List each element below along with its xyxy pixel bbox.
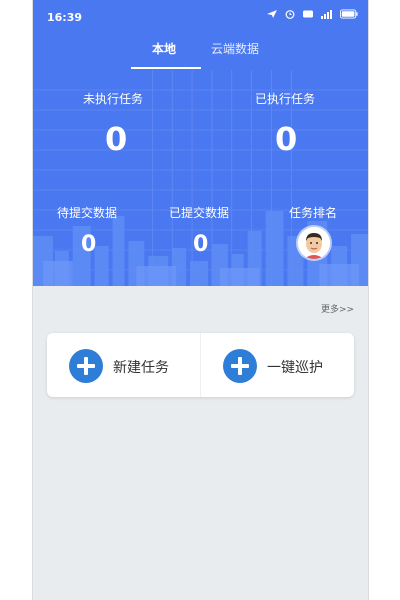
executed-tasks-label: 已执行任务 [255,92,316,106]
more-link[interactable]: 更多>> [321,302,354,315]
status-time: 16:39 [47,11,83,24]
status-bar: 16:39 [33,0,368,26]
message-icon [303,10,313,18]
tab-bar: 本地 云端数据 [33,40,368,72]
active-tab-indicator [131,67,201,69]
submitted-data-value[interactable]: 0 [193,232,208,257]
phone-screen: 16:39 本地 云端数据 未执行任务 0 已执行任务 0 待提交数据 0 已提… [32,0,369,600]
plus-icon [223,349,257,383]
task-ranking-label: 任务排名 [289,206,338,220]
tab-local[interactable]: 本地 [152,40,176,57]
new-task-button[interactable]: 新建任务 [47,333,200,397]
signal-icon [321,10,332,19]
one-click-patrol-button[interactable]: 一键巡护 [200,333,354,397]
submitted-data-label: 已提交数据 [169,206,230,220]
plus-icon [69,349,103,383]
alarm-icon [285,10,295,19]
unexecuted-tasks-label: 未执行任务 [83,92,144,106]
status-icons [266,9,358,19]
header-banner: 16:39 本地 云端数据 未执行任务 0 已执行任务 0 待提交数据 0 已提… [33,0,368,286]
one-click-patrol-label: 一键巡护 [267,360,323,376]
pending-data-label: 待提交数据 [57,206,118,220]
tab-cloud-data[interactable]: 云端数据 [211,40,259,57]
location-icon [267,10,277,18]
executed-tasks-value[interactable]: 0 [275,120,297,158]
quick-actions-card: 新建任务 一键巡护 [47,333,354,397]
avatar[interactable] [298,227,330,259]
new-task-label: 新建任务 [113,360,169,376]
unexecuted-tasks-value[interactable]: 0 [105,120,127,158]
pending-data-value[interactable]: 0 [81,232,96,257]
user-avatar-icon [298,227,330,259]
battery-icon [340,9,358,19]
